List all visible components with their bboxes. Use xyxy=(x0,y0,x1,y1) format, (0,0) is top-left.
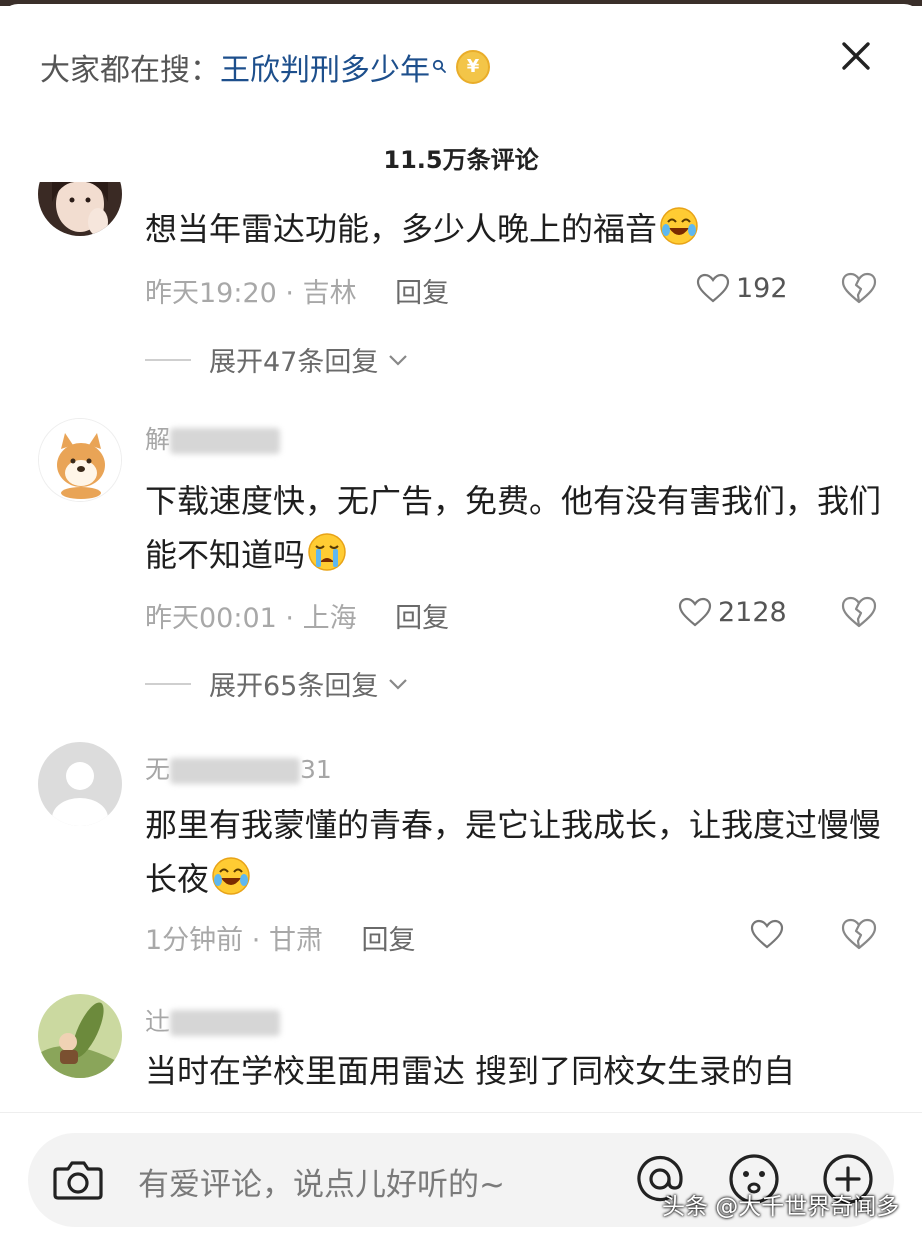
expand-divider xyxy=(145,682,191,685)
like-count: 192 xyxy=(736,272,788,304)
heart-icon xyxy=(696,273,730,303)
reply-button[interactable]: 回复 xyxy=(362,925,416,956)
avatar[interactable] xyxy=(38,418,122,502)
username[interactable]: 无 31 xyxy=(145,750,332,786)
comment-text: 下载速度快，无广告，免费。他有没有害我们，我们能不知道吗 xyxy=(145,482,882,574)
like-button[interactable]: 192 xyxy=(696,268,788,308)
like-count: 2128 xyxy=(718,596,787,628)
hot-search-prefix: 大家都在搜： xyxy=(40,53,220,88)
expand-divider xyxy=(145,358,191,361)
comment-count: 11.5万条评论 xyxy=(383,146,539,174)
comment-input-placeholder: 有爱评论，说点儿好听的~ xyxy=(138,1167,505,1203)
blurred-username-part xyxy=(170,428,281,454)
comment-location: 吉林 xyxy=(302,278,357,309)
username[interactable]: 辻 xyxy=(145,1002,281,1038)
expand-replies-button[interactable]: 展开65条回复 xyxy=(145,664,410,703)
laughing-crying-emoji-icon xyxy=(660,207,698,245)
watermark: 头条 @大千世界奇闻多 xyxy=(662,1194,900,1220)
hot-search-term-link[interactable]: 王欣判刑多少年 xyxy=(220,45,430,89)
coin-icon: ¥ xyxy=(456,50,490,84)
username[interactable]: 解 xyxy=(145,420,281,456)
search-icon xyxy=(432,58,446,77)
comment-time: 1分钟前 xyxy=(145,925,244,956)
comment-text: 当时在学校里面用雷达 搜到了同校女生录的自 xyxy=(145,1052,796,1090)
close-icon[interactable] xyxy=(838,38,874,74)
reply-button[interactable]: 回复 xyxy=(395,603,449,634)
comment-text: 那里有我蒙懂的青春，是它让我成长，让我度过慢慢长夜 xyxy=(145,806,882,898)
avatar[interactable] xyxy=(38,742,122,826)
chevron-down-icon xyxy=(389,678,408,690)
chevron-down-icon xyxy=(389,354,408,366)
comment-sheet: 大家都在搜： 王欣判刑多少年 ¥ 11.5万条评论 想当年雷达功能，多少人晚上的… xyxy=(0,4,922,1233)
blurred-username-part xyxy=(170,758,301,784)
meta-dot: · xyxy=(285,278,303,309)
broken-heart-icon[interactable] xyxy=(840,268,878,308)
heart-icon xyxy=(750,919,784,949)
comment-time: 昨天00:01 xyxy=(145,603,277,634)
comment-time: 昨天19:20 xyxy=(145,278,277,309)
avatar[interactable] xyxy=(38,994,122,1078)
like-button[interactable]: 2128 xyxy=(678,592,787,632)
like-button[interactable] xyxy=(750,914,790,954)
reply-button[interactable]: 回复 xyxy=(395,278,449,309)
meta-dot: · xyxy=(285,603,303,634)
heart-icon xyxy=(678,597,712,627)
camera-icon[interactable] xyxy=(50,1151,106,1207)
broken-heart-icon[interactable] xyxy=(840,592,878,632)
hot-search-bar[interactable]: 大家都在搜： 王欣判刑多少年 ¥ xyxy=(40,42,490,92)
comment-meta: 昨天00:01 · 上海 回复 xyxy=(145,596,449,635)
crying-emoji-icon xyxy=(308,533,346,571)
broken-heart-icon[interactable] xyxy=(840,914,878,954)
comment-meta: 昨天19:20 · 吉林 回复 xyxy=(145,271,449,310)
blurred-username-part xyxy=(170,1010,281,1036)
comment-location: 甘肃 xyxy=(268,925,323,956)
comment-text: 想当年雷达功能，多少人晚上的福音 xyxy=(145,202,890,256)
laughing-crying-emoji-icon xyxy=(212,857,250,895)
expand-replies-button[interactable]: 展开47条回复 xyxy=(145,340,410,379)
comment-list[interactable]: 想当年雷达功能，多少人晚上的福音 昨天19:20 · 吉林 回复 192 展开4… xyxy=(0,182,922,1112)
meta-dot: · xyxy=(251,925,269,956)
avatar[interactable] xyxy=(38,182,122,236)
comment-meta: 1分钟前 · 甘肃 回复 xyxy=(145,918,416,957)
comment-location: 上海 xyxy=(302,603,357,634)
